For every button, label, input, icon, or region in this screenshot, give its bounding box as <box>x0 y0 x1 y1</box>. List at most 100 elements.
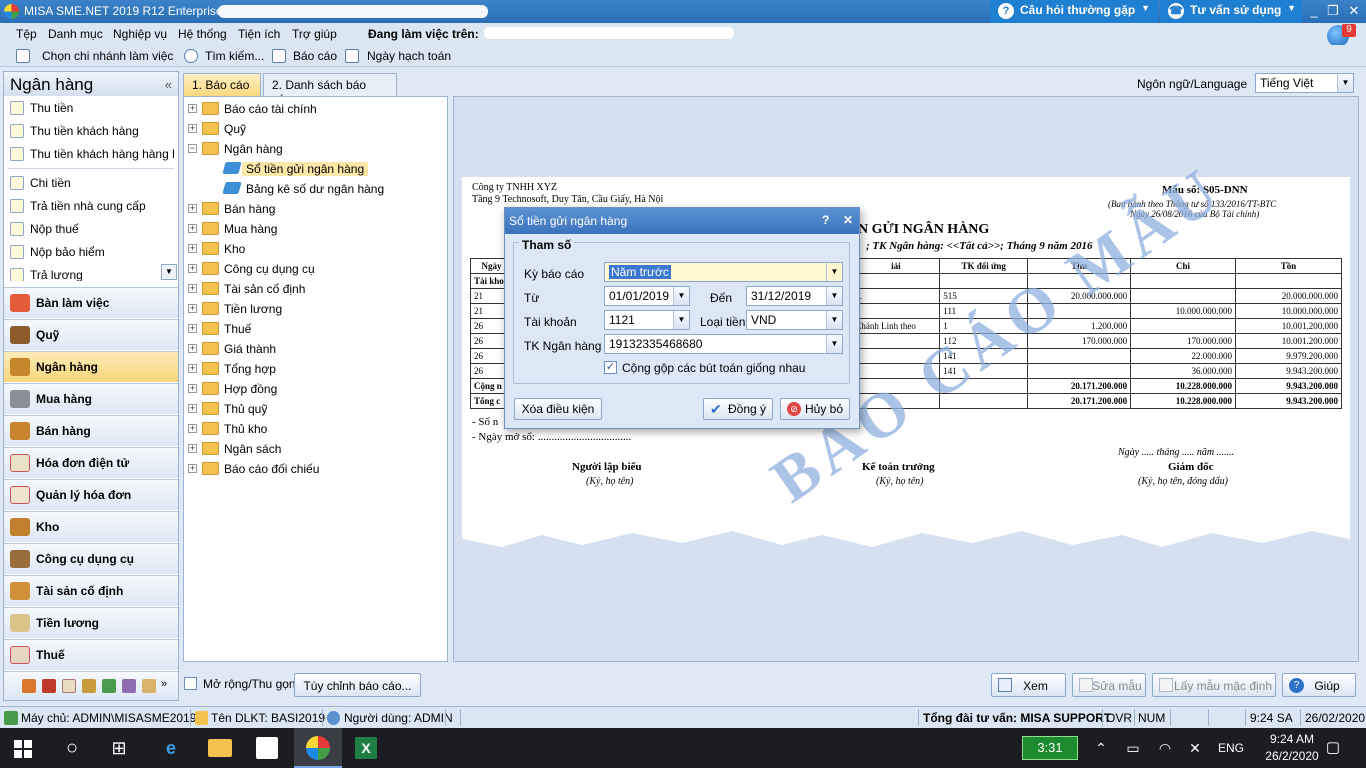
cortana-search-icon[interactable]: ○ <box>59 736 85 760</box>
menu-file[interactable]: Tệp <box>16 27 37 41</box>
from-date-input[interactable]: 01/01/2019 ▼ <box>604 286 690 306</box>
edge-browser-icon[interactable]: e <box>158 736 184 760</box>
chevron-up-icon[interactable]: ⌃ <box>1088 736 1114 760</box>
menu-system[interactable]: Hệ thống <box>178 27 227 41</box>
nav-invoice-management[interactable]: Quản lý hóa đơn <box>4 479 178 510</box>
menu-utilities[interactable]: Tiện ích <box>238 27 280 41</box>
customize-report-button[interactable]: Tùy chỉnh báo cáo... <box>294 673 421 697</box>
shortcut-supplier-payment[interactable]: Trả tiền nhà cung cấp <box>8 196 174 217</box>
branch-button[interactable]: Chọn chi nhánh làm việc <box>42 49 173 63</box>
period-label: Kỳ báo cáo <box>524 267 585 281</box>
expand-icon[interactable]: + <box>188 424 197 433</box>
expand-icon[interactable]: + <box>188 384 197 393</box>
merge-checkbox[interactable]: ✓ <box>604 361 617 374</box>
nav-purchase[interactable]: Mua hàng <box>4 383 178 414</box>
expand-icon[interactable]: + <box>188 264 197 273</box>
cash-mini-icon[interactable] <box>22 679 36 693</box>
battery-timer[interactable]: 3:31 <box>1022 736 1078 760</box>
menu-catalog[interactable]: Danh mục <box>48 27 103 41</box>
misa-taskbar-button[interactable] <box>294 728 342 768</box>
battery-icon[interactable]: ▭ <box>1120 736 1146 760</box>
expand-icon[interactable]: + <box>188 304 197 313</box>
help-button[interactable]: ? Giúp <box>1282 673 1356 697</box>
expand-icon[interactable]: + <box>188 204 197 213</box>
expand-icon[interactable]: + <box>188 364 197 373</box>
nav-bank[interactable]: Ngân hàng <box>4 351 178 382</box>
cancel-button[interactable]: ⊘ Hủy bỏ <box>780 398 850 420</box>
input-language[interactable]: ENG <box>1218 741 1244 755</box>
menu-help[interactable]: Trợ giúp <box>292 27 337 41</box>
expand-icon[interactable]: + <box>188 464 197 473</box>
nav-desktop[interactable]: Bàn làm việc <box>4 287 178 318</box>
expand-icon[interactable]: + <box>188 284 197 293</box>
close-button[interactable]: ✕ <box>1343 0 1365 23</box>
clock-date[interactable]: 26/2/2020 <box>1262 749 1322 763</box>
salary-mini-icon[interactable] <box>142 679 156 693</box>
to-date-input[interactable]: 31/12/2019 ▼ <box>746 286 843 306</box>
nav-tax[interactable]: Thuế <box>4 639 178 670</box>
shortcut-customer-receipt[interactable]: Thu tiền khách hàng <box>8 121 174 142</box>
expand-icon[interactable]: + <box>188 104 197 113</box>
asset-mini-icon[interactable] <box>102 679 116 693</box>
excel-icon[interactable]: X <box>355 737 377 759</box>
budget-mini-icon[interactable] <box>122 679 136 693</box>
windows-start-icon[interactable] <box>14 740 32 758</box>
wifi-icon[interactable]: ◠ <box>1152 736 1178 760</box>
tab-report-list[interactable]: 2. Danh sách báo cáo <box>263 73 397 106</box>
volume-muted-icon[interactable]: ✕ <box>1182 736 1208 760</box>
currency-select[interactable]: VND ▼ <box>746 310 843 330</box>
expand-icon[interactable]: + <box>188 404 197 413</box>
nav-sales[interactable]: Bán hàng <box>4 415 178 446</box>
shortcut-customer-receipt-batch[interactable]: Thu tiền khách hàng hàng l... <box>8 144 174 165</box>
posting-date-button[interactable]: Ngày hạch toán <box>367 49 451 63</box>
collapse-icon[interactable]: « <box>165 77 172 92</box>
expand-icon[interactable]: + <box>188 444 197 453</box>
clock-time[interactable]: 9:24 AM <box>1262 732 1322 746</box>
period-select[interactable]: Năm trước ▼ <box>604 262 843 282</box>
expand-icon[interactable]: + <box>188 244 197 253</box>
nav-cash[interactable]: Quỹ <box>4 319 178 350</box>
nav-tools[interactable]: Công cụ dụng cụ <box>4 543 178 574</box>
menu-operations[interactable]: Nghiệp vụ <box>113 27 167 41</box>
help-icon[interactable]: ? <box>822 213 829 227</box>
invoice-mini-icon[interactable] <box>42 679 56 693</box>
expand-icon[interactable]: + <box>188 224 197 233</box>
view-button[interactable]: Xem <box>991 673 1066 697</box>
nav-einvoice[interactable]: Hóa đơn điện tử <box>4 447 178 478</box>
default-template-button[interactable]: Lấy mẫu mặc định <box>1152 673 1276 697</box>
faq-button[interactable]: ? Câu hỏi thường gặp ▼ <box>990 0 1158 23</box>
expand-collapse-checkbox[interactable] <box>184 677 197 690</box>
clear-conditions-button[interactable]: Xóa điều kiện <box>514 398 602 420</box>
expand-icon[interactable]: + <box>188 124 197 133</box>
task-view-icon[interactable]: ⊞ <box>106 736 132 760</box>
shortcut-payment[interactable]: Chi tiền <box>8 173 174 194</box>
edit-template-button[interactable]: Sửa mẫu <box>1072 673 1146 697</box>
nav-warehouse[interactable]: Kho <box>4 511 178 542</box>
tab-report[interactable]: 1. Báo cáo <box>183 73 261 96</box>
store-icon[interactable] <box>256 737 278 759</box>
close-icon[interactable]: ✕ <box>843 213 853 227</box>
shortcut-salary[interactable]: Trả lương <box>8 265 174 281</box>
shortcut-tax[interactable]: Nộp thuế <box>8 219 174 240</box>
shortcut-insurance[interactable]: Nộp bảo hiểm <box>8 242 174 263</box>
bank-account-select[interactable]: 19132335468680 ▼ <box>604 334 843 354</box>
restore-button[interactable]: ❐ <box>1322 0 1344 23</box>
receipt-mini-icon[interactable] <box>62 679 76 693</box>
expand-icon[interactable]: + <box>188 344 197 353</box>
account-select[interactable]: 1121 ▼ <box>604 310 690 330</box>
box-mini-icon[interactable] <box>82 679 96 693</box>
language-select[interactable]: Tiếng Việt ▼ <box>1255 73 1354 93</box>
scroll-down-button[interactable]: ▼ <box>161 264 177 280</box>
file-explorer-icon[interactable] <box>208 739 232 757</box>
support-button[interactable]: ☎ Tư vấn sử dụng ▼ <box>1160 0 1302 23</box>
shortcut-receipt[interactable]: Thu tiền <box>8 98 174 119</box>
report-button[interactable]: Báo cáo <box>293 49 337 63</box>
nav-fixed-assets[interactable]: Tài sản cố định <box>4 575 178 606</box>
ok-button[interactable]: ✔ Đồng ý <box>703 398 773 420</box>
notification-center-icon[interactable]: ▢ <box>1320 736 1346 760</box>
search-button[interactable]: Tìm kiếm... <box>205 49 264 63</box>
expand-icon[interactable]: + <box>188 324 197 333</box>
nav-salary[interactable]: Tiền lương <box>4 607 178 638</box>
more-chevron-icon[interactable]: » <box>161 678 167 690</box>
collapse-icon[interactable]: − <box>188 144 197 153</box>
